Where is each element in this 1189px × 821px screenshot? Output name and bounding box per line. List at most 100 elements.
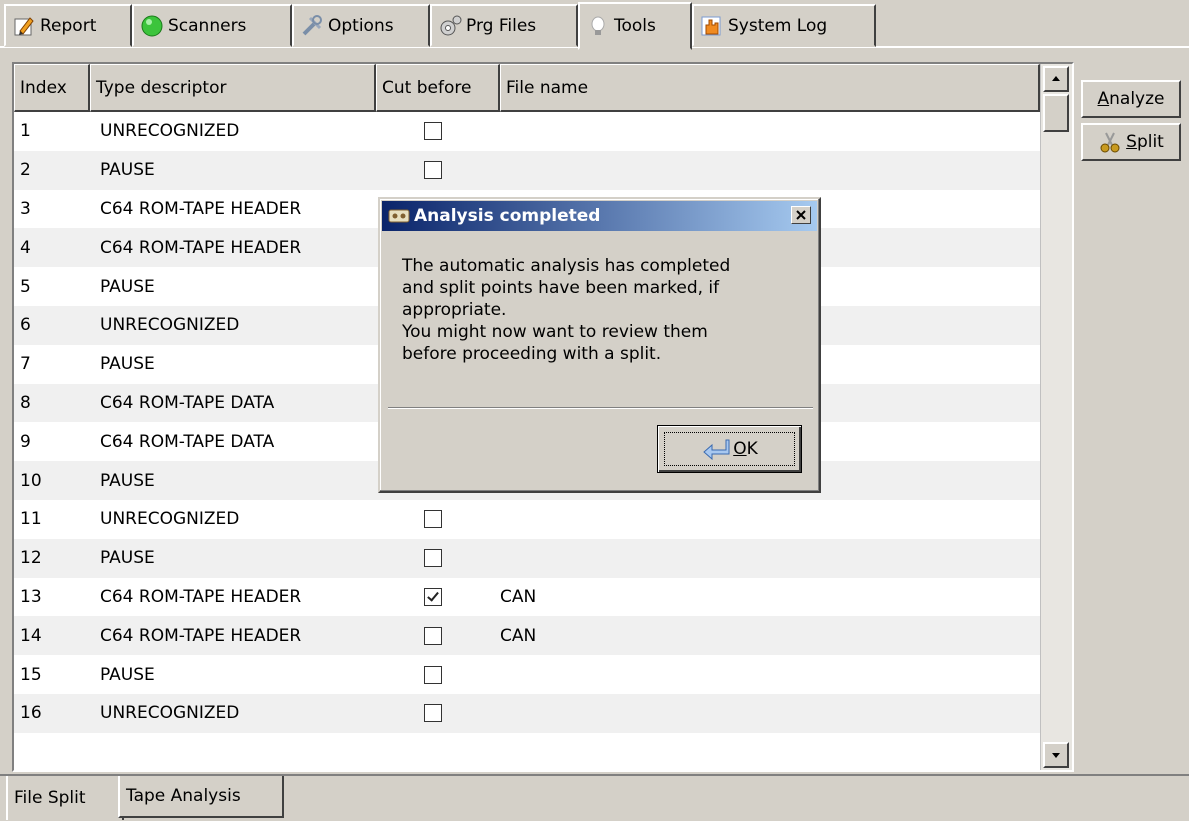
table-row[interactable]: 13 C64 ROM-TAPE HEADER CAN — [14, 578, 1040, 617]
message-line: before proceeding with a split. — [402, 344, 662, 364]
table-row[interactable]: 1 UNRECOGNIZED — [14, 112, 1040, 151]
analysis-completed-dialog: Analysis completed The automatic analysi… — [378, 197, 821, 493]
cut-before-checkbox[interactable] — [424, 704, 442, 723]
ok-button-focus: OK — [664, 432, 795, 466]
tab-label: Tape Analysis — [126, 786, 241, 806]
cell-type-descriptor: UNRECOGNIZED — [100, 315, 240, 336]
table-header: Index Type descriptor Cut before File na… — [14, 64, 1040, 112]
tab-label: Options — [328, 15, 394, 36]
tab-scanners[interactable]: Scanners — [132, 4, 292, 47]
cut-before-checkbox[interactable] — [424, 626, 442, 645]
tab-label: Scanners — [168, 15, 247, 36]
table-row[interactable]: 16 UNRECOGNIZED — [14, 693, 1040, 733]
cell-index: 12 — [20, 548, 42, 569]
cell-type-descriptor: UNRECOGNIZED — [100, 509, 240, 530]
tape-icon — [388, 209, 410, 223]
column-header-index[interactable]: Index — [14, 64, 90, 112]
column-header-type[interactable]: Type descriptor — [90, 64, 376, 112]
cell-index: 8 — [20, 392, 31, 413]
cell-index: 7 — [20, 354, 31, 375]
split-label: plit — [1136, 132, 1164, 152]
pencil-icon — [14, 16, 34, 35]
table-row[interactable]: 12 PAUSE — [14, 538, 1040, 578]
table-row[interactable]: 2 PAUSE — [14, 150, 1040, 190]
cell-index: 9 — [20, 431, 31, 452]
tools-icon — [302, 14, 322, 35]
tab-label: File Split — [14, 788, 86, 808]
green-circle-icon — [141, 15, 163, 36]
dialog-title-bar[interactable]: Analysis completed — [382, 201, 817, 231]
cut-before-checkbox[interactable] — [424, 161, 442, 180]
close-icon — [796, 210, 806, 220]
cell-index: 2 — [20, 160, 31, 181]
analyze-mnemonic: A — [1097, 89, 1110, 109]
cut-before-checkbox[interactable] — [424, 510, 442, 529]
cell-type-descriptor: PAUSE — [100, 548, 155, 569]
cell-type-descriptor: PAUSE — [100, 470, 155, 491]
tab-file-split[interactable]: File Split — [6, 776, 124, 820]
ok-label: K — [746, 439, 758, 459]
split-button[interactable]: Split — [1081, 123, 1181, 161]
ok-button[interactable]: OK — [657, 425, 802, 473]
tab-prg-files[interactable]: Prg Files — [430, 4, 578, 47]
cut-before-checkbox[interactable] — [424, 587, 442, 606]
cell-cut-before — [376, 510, 500, 529]
cell-index: 14 — [20, 625, 42, 646]
cell-type-descriptor: C64 ROM-TAPE HEADER — [100, 237, 302, 258]
lightbulb-icon — [591, 16, 605, 35]
cell-cut-before — [376, 665, 500, 684]
column-header-cut-before[interactable]: Cut before — [376, 64, 500, 112]
tab-options[interactable]: Options — [292, 4, 430, 47]
scrollbar-thumb[interactable] — [1043, 94, 1069, 132]
cell-file-name: CAN — [500, 625, 537, 646]
return-arrow-icon — [703, 439, 730, 460]
cell-type-descriptor: C64 ROM-TAPE HEADER — [100, 198, 302, 219]
cell-type-descriptor: UNRECOGNIZED — [100, 703, 240, 724]
cell-type-descriptor: PAUSE — [100, 354, 155, 375]
cell-type-descriptor: PAUSE — [100, 276, 155, 297]
scroll-down-button[interactable] — [1043, 742, 1069, 768]
cell-type-descriptor: PAUSE — [100, 160, 155, 181]
cell-index: 5 — [20, 276, 31, 297]
table-row[interactable]: 15 PAUSE — [14, 655, 1040, 694]
scroll-up-button[interactable] — [1043, 66, 1069, 92]
table-row[interactable]: 14 C64 ROM-TAPE HEADER CAN — [14, 616, 1040, 656]
tab-label: System Log — [728, 15, 828, 36]
tab-report[interactable]: Report — [4, 4, 132, 47]
tab-label: Prg Files — [466, 15, 537, 36]
cut-before-checkbox[interactable] — [424, 122, 442, 141]
cell-index: 16 — [20, 703, 42, 724]
dialog-title: Analysis completed — [414, 206, 601, 226]
table-row[interactable]: 11 UNRECOGNIZED — [14, 500, 1040, 539]
ok-mnemonic: O — [733, 439, 747, 459]
message-line: You might now want to review them — [402, 322, 708, 342]
message-line: The automatic analysis has completed — [402, 256, 731, 276]
arrow-up-icon — [1052, 76, 1060, 81]
cell-type-descriptor: C64 ROM-TAPE HEADER — [100, 625, 302, 646]
cell-cut-before — [376, 549, 500, 568]
scissors-icon — [1100, 132, 1120, 153]
column-header-file-name[interactable]: File name — [500, 64, 1040, 112]
cut-before-checkbox[interactable] — [424, 549, 442, 568]
vertical-scrollbar[interactable] — [1040, 64, 1072, 770]
tab-label: Report — [40, 15, 97, 36]
cell-type-descriptor: UNRECOGNIZED — [100, 121, 240, 142]
cell-cut-before — [376, 587, 500, 606]
cell-index: 13 — [20, 586, 42, 607]
cell-index: 6 — [20, 315, 31, 336]
tab-label: Tools — [614, 16, 656, 36]
cell-cut-before — [376, 161, 500, 180]
cell-index: 11 — [20, 509, 42, 530]
tab-tools[interactable]: Tools — [578, 2, 692, 50]
cell-index: 4 — [20, 237, 31, 258]
cell-index: 15 — [20, 664, 42, 685]
close-button[interactable] — [791, 206, 811, 224]
analyze-button[interactable]: Analyze — [1081, 80, 1181, 118]
cell-type-descriptor: C64 ROM-TAPE DATA — [100, 431, 275, 452]
top-tab-bar: Report Scanners Options Prg Files Tools — [0, 0, 1189, 58]
cut-before-checkbox[interactable] — [424, 665, 442, 684]
tab-system-log[interactable]: System Log — [692, 4, 876, 47]
cell-type-descriptor: C64 ROM-TAPE DATA — [100, 392, 275, 413]
tab-tape-analysis[interactable]: Tape Analysis — [118, 776, 284, 818]
cell-index: 1 — [20, 121, 31, 142]
